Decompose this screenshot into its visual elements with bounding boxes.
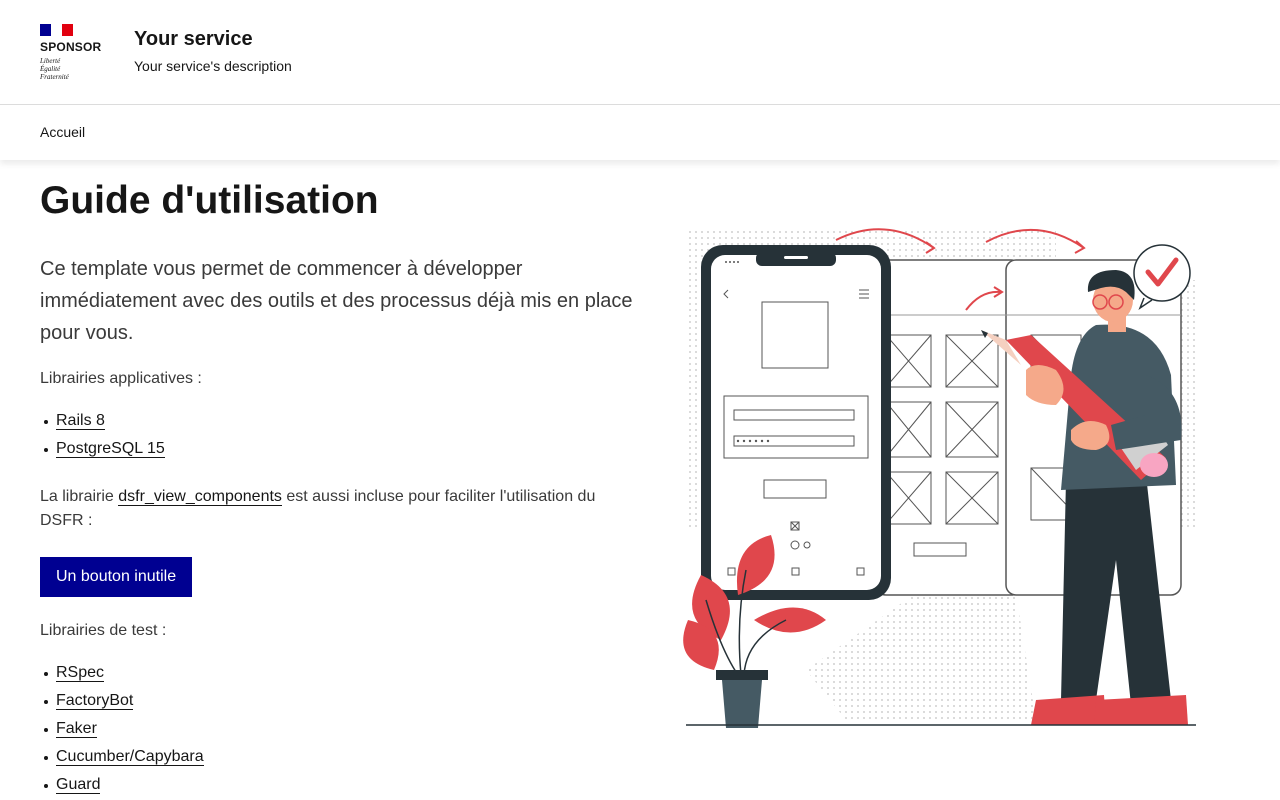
app-design-illustration bbox=[683, 228, 1196, 728]
list-item: Cucumber/Capybara bbox=[40, 743, 640, 771]
motto-line: Liberté bbox=[40, 57, 61, 65]
lib-link-factorybot[interactable]: FactoryBot bbox=[56, 692, 134, 710]
page-title: Guide d'utilisation bbox=[40, 179, 379, 222]
site-header: SPONSOR Liberté Égalité Fraternité Your … bbox=[0, 0, 1280, 105]
motto-line: Égalité bbox=[40, 65, 61, 73]
sponsor-logo[interactable]: SPONSOR Liberté Égalité Fraternité bbox=[40, 24, 110, 81]
service-description: Your service's description bbox=[134, 58, 292, 74]
lib-link-rspec[interactable]: RSpec bbox=[56, 664, 105, 682]
dsfr-components-link[interactable]: dsfr_view_components bbox=[118, 488, 282, 506]
lib-link-faker[interactable]: Faker bbox=[56, 720, 97, 738]
lib-link-rails[interactable]: Rails 8 bbox=[56, 412, 105, 430]
phone-mockup bbox=[701, 245, 891, 600]
dsfr-paragraph: La librairie dsfr_view_components est au… bbox=[40, 485, 640, 533]
nav-item-accueil[interactable]: Accueil bbox=[40, 124, 85, 140]
test-libs-heading: Librairies de test : bbox=[40, 622, 167, 639]
lead-paragraph: Ce template vous permet de commencer à d… bbox=[40, 258, 633, 344]
lib-link-postgresql[interactable]: PostgreSQL 15 bbox=[56, 440, 165, 458]
list-item: RSpec bbox=[40, 659, 640, 687]
app-libs-list: Rails 8 PostgreSQL 15 bbox=[40, 407, 640, 463]
useless-button[interactable]: Un bouton inutile bbox=[40, 557, 193, 597]
dsfr-text: La librairie bbox=[40, 488, 119, 505]
list-item: Rails 8 bbox=[40, 407, 640, 435]
lib-link-cucumber[interactable]: Cucumber/Capybara bbox=[56, 748, 204, 766]
list-item: Guard bbox=[40, 771, 640, 799]
list-item: Faker bbox=[40, 715, 640, 743]
list-item: PostgreSQL 15 bbox=[40, 435, 640, 463]
list-item: FactoryBot bbox=[40, 687, 640, 715]
logo-motto: Liberté Égalité Fraternité bbox=[40, 57, 110, 81]
test-libs-list: RSpec FactoryBot Faker Cucumber/Capybara… bbox=[40, 659, 640, 799]
motto-line: Fraternité bbox=[40, 73, 69, 81]
lib-link-guard[interactable]: Guard bbox=[56, 776, 101, 794]
main-content: Guide d'utilisation Ce template vous per… bbox=[40, 160, 640, 799]
app-libs-heading: Librairies applicatives : bbox=[40, 370, 202, 387]
main-navigation: Accueil bbox=[0, 105, 1280, 160]
logo-name: SPONSOR bbox=[40, 40, 102, 54]
service-title[interactable]: Your service bbox=[134, 28, 253, 51]
marianne-flag-icon bbox=[40, 24, 73, 36]
